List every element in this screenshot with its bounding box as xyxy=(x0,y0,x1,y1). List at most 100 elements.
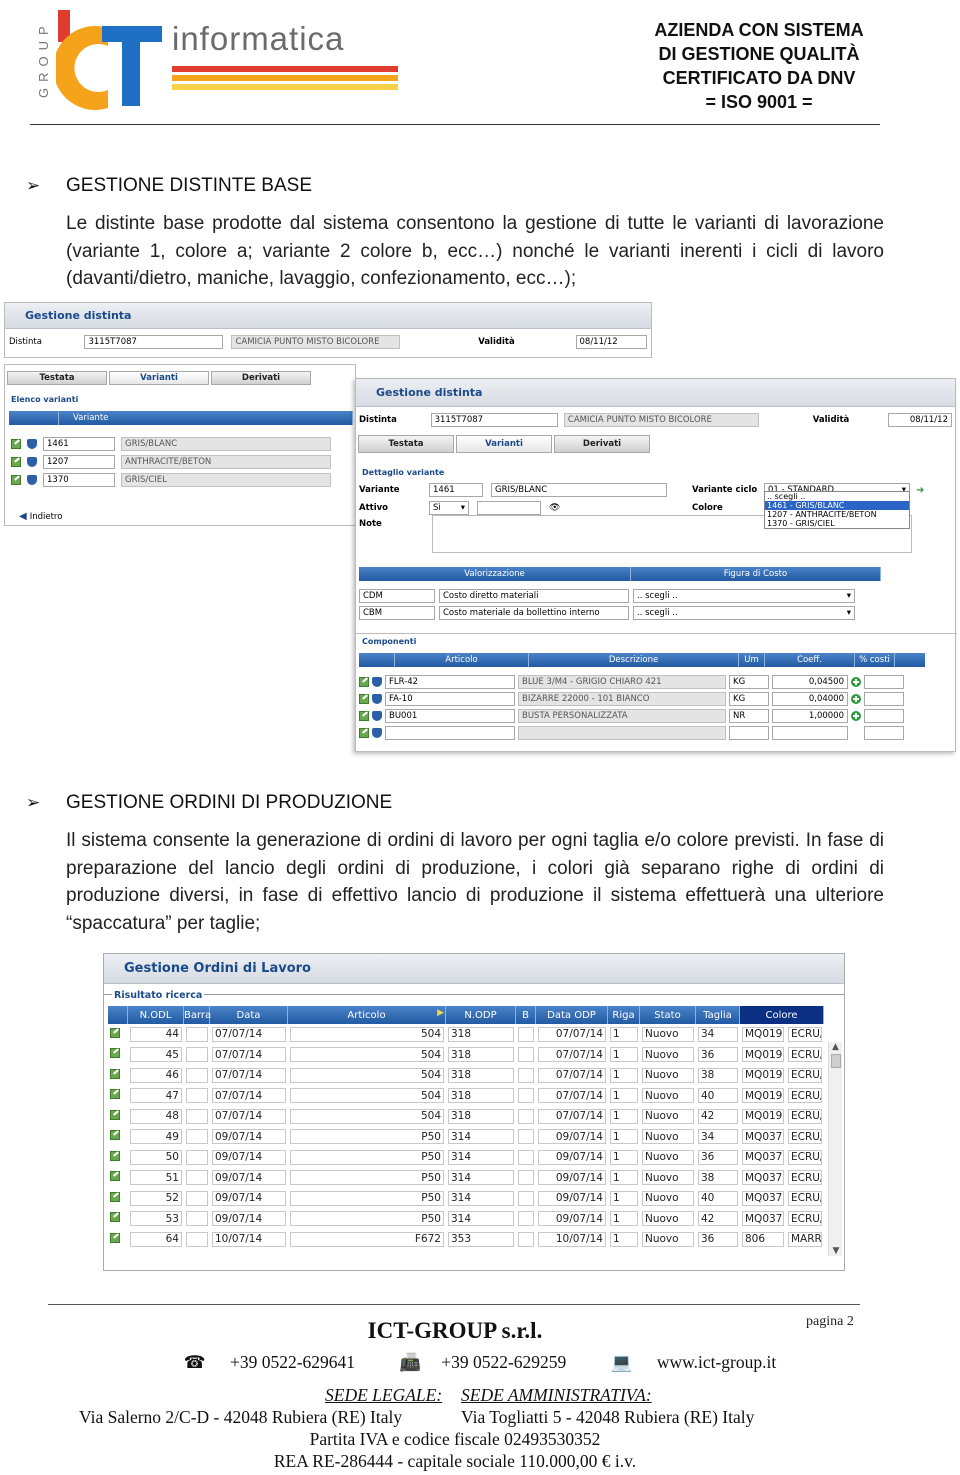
column-header[interactable]: Data xyxy=(210,1006,288,1024)
tab-testata[interactable]: Testata xyxy=(7,371,107,385)
edit-icon[interactable] xyxy=(110,1068,120,1079)
edit-cell[interactable] xyxy=(108,1127,128,1148)
dropdown-option[interactable]: .. scegli .. xyxy=(765,492,909,501)
attivo-select[interactable]: Sì ▾ xyxy=(429,501,469,515)
edit-cell[interactable] xyxy=(108,1106,128,1127)
column-header[interactable]: N.ODP xyxy=(446,1006,516,1024)
table-row[interactable]: 45 07/07/14 504 318 07/07/14 1 Nuovo 36 MQ019 ECR… xyxy=(108,1045,824,1066)
tab-derivati[interactable]: Derivati xyxy=(554,435,650,453)
distinta-code-field[interactable]: 3115T7087 xyxy=(84,335,224,349)
edit-icon[interactable] xyxy=(110,1232,120,1243)
dropdown-option-selected[interactable]: 1461 - GRIS/BLANC xyxy=(765,501,909,510)
shield-icon[interactable] xyxy=(372,727,382,738)
validita-field[interactable]: 08/11/12 xyxy=(575,335,647,349)
table-row[interactable]: 50 09/07/14 P50 314 09/07/14 1 Nuovo 36 MQ037 ECR… xyxy=(108,1147,824,1168)
column-header[interactable]: Data ODP xyxy=(536,1006,608,1024)
scroll-up-icon[interactable]: ▲ xyxy=(829,1042,842,1052)
scroll-down-icon[interactable]: ▼ xyxy=(829,1246,843,1256)
add-icon[interactable] xyxy=(851,676,861,687)
comp-perc[interactable] xyxy=(864,674,904,689)
variante-code-field[interactable]: 1461 xyxy=(429,483,483,497)
colore-dropdown-list[interactable]: .. scegli .. 1461 - GRIS/BLANC 1207 - AN… xyxy=(764,491,910,529)
comp-coeff[interactable]: 0,04000 xyxy=(772,691,848,706)
shield-icon[interactable] xyxy=(27,439,37,449)
edit-icon[interactable] xyxy=(110,1191,120,1202)
validita-field[interactable]: 08/11/12 xyxy=(888,413,952,427)
comp-um[interactable]: NR xyxy=(729,708,769,723)
edit-icon[interactable] xyxy=(110,1089,120,1100)
edit-icon[interactable] xyxy=(359,676,369,687)
edit-icon[interactable] xyxy=(359,710,369,721)
sort-arrow-icon[interactable]: ▶ xyxy=(437,1008,444,1018)
add-icon[interactable] xyxy=(851,710,861,721)
column-header[interactable]: B xyxy=(516,1006,536,1024)
shield-icon[interactable] xyxy=(372,693,382,704)
comp-articolo[interactable] xyxy=(385,725,515,740)
eye-icon[interactable]: 👁 xyxy=(549,503,560,513)
comp-um[interactable] xyxy=(729,725,769,740)
table-row[interactable]: 51 09/07/14 P50 314 09/07/14 1 Nuovo 38 MQ037 ECR… xyxy=(108,1168,824,1189)
table-row[interactable]: 52 09/07/14 P50 314 09/07/14 1 Nuovo 40 MQ037 ECR… xyxy=(108,1188,824,1209)
dropdown-option[interactable]: 1207 - ANTHRACITE/BETON xyxy=(765,510,909,519)
edit-cell[interactable] xyxy=(108,1086,128,1107)
edit-cell[interactable] xyxy=(108,1188,128,1209)
shield-icon[interactable] xyxy=(372,710,382,721)
comp-coeff[interactable]: 0,04500 xyxy=(772,674,848,689)
edit-icon[interactable] xyxy=(11,439,21,449)
attivo-extra-field[interactable] xyxy=(477,501,541,515)
edit-icon[interactable] xyxy=(110,1171,120,1182)
shield-icon[interactable] xyxy=(27,457,37,467)
tab-varianti[interactable]: Varianti xyxy=(456,435,552,453)
dropdown-option[interactable]: 1370 - GRIS/CIEL xyxy=(765,519,909,528)
edit-icon[interactable] xyxy=(110,1130,120,1141)
scroll-thumb[interactable] xyxy=(830,1054,841,1068)
column-header-selected[interactable]: Colore xyxy=(740,1006,825,1024)
table-row[interactable]: FA-10 BIZARRE 22000 - 101 BIANCO KG 0,04… xyxy=(359,690,949,707)
column-header[interactable]: N.ODL xyxy=(128,1006,184,1024)
edit-icon[interactable] xyxy=(110,1212,120,1223)
edit-cell[interactable] xyxy=(108,1209,128,1230)
list-item[interactable]: 1461 GRIS/BLANC xyxy=(11,435,351,453)
go-arrow-icon[interactable]: ➜ xyxy=(916,485,924,496)
comp-coeff[interactable]: 1,00000 xyxy=(772,708,848,723)
edit-icon[interactable] xyxy=(11,475,21,485)
table-row[interactable]: FLR-42 BLUE 3/M4 - GRIGIO CHIARO 421 KG … xyxy=(359,673,949,690)
edit-cell[interactable] xyxy=(108,1045,128,1066)
comp-articolo[interactable]: BU001 xyxy=(385,708,515,723)
back-link[interactable]: ◀ Indietro xyxy=(19,511,62,522)
edit-icon[interactable] xyxy=(110,1048,120,1059)
figura-select[interactable]: .. scegli .. ▾ xyxy=(633,605,855,620)
column-header[interactable]: Stato xyxy=(640,1006,696,1024)
table-row[interactable]: 47 07/07/14 504 318 07/07/14 1 Nuovo 40 MQ019 ECR… xyxy=(108,1086,824,1107)
edit-icon[interactable] xyxy=(359,727,369,738)
comp-um[interactable]: KG xyxy=(729,691,769,706)
table-row[interactable]: 49 09/07/14 P50 314 09/07/14 1 Nuovo 34 MQ037 ECR… xyxy=(108,1127,824,1148)
shield-icon[interactable] xyxy=(372,676,382,687)
table-row[interactable] xyxy=(359,724,949,741)
website[interactable]: www.ict-group.it xyxy=(657,1352,776,1372)
shield-icon[interactable] xyxy=(27,475,37,485)
comp-coeff[interactable] xyxy=(772,725,848,740)
list-item[interactable]: 1370 GRIS/CIEL xyxy=(11,471,351,489)
comp-perc[interactable] xyxy=(864,708,904,723)
list-item[interactable]: 1207 ANTHRACITE/BETON xyxy=(11,453,351,471)
table-row[interactable]: 48 07/07/14 504 318 07/07/14 1 Nuovo 42 MQ019 ECR… xyxy=(108,1106,824,1127)
edit-icon[interactable] xyxy=(110,1027,120,1038)
column-header[interactable]: Articolo ▶ xyxy=(288,1006,446,1024)
comp-articolo[interactable]: FLR-42 xyxy=(385,674,515,689)
edit-icon[interactable] xyxy=(110,1109,120,1120)
edit-icon[interactable] xyxy=(359,693,369,704)
comp-articolo[interactable]: FA-10 xyxy=(385,691,515,706)
table-row[interactable]: BU001 BUSTA PERSONALIZZATA NR 1,00000 xyxy=(359,707,949,724)
edit-cell[interactable] xyxy=(108,1168,128,1189)
edit-cell[interactable] xyxy=(108,1024,128,1045)
comp-perc[interactable] xyxy=(864,725,904,740)
scrollbar[interactable]: ▲ ▼ xyxy=(828,1042,842,1256)
edit-icon[interactable] xyxy=(11,457,21,467)
tab-varianti[interactable]: Varianti xyxy=(109,371,209,385)
edit-cell[interactable] xyxy=(108,1229,128,1250)
column-header[interactable]: Taglia xyxy=(696,1006,740,1024)
edit-icon[interactable] xyxy=(110,1150,120,1161)
variante-desc-field[interactable]: GRIS/BLANC xyxy=(491,483,667,497)
table-row[interactable]: 53 09/07/14 P50 314 09/07/14 1 Nuovo 42 MQ037 ECR… xyxy=(108,1209,824,1230)
